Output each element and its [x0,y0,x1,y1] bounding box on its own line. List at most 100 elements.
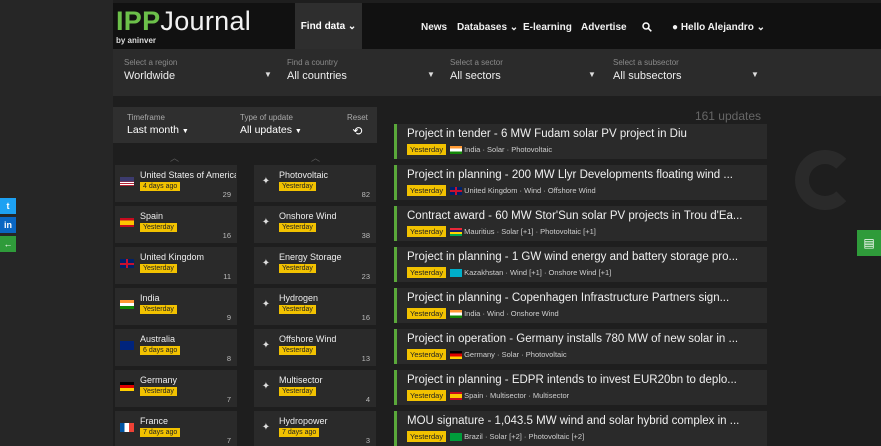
recency-badge: Yesterday [279,387,316,396]
update-count-value: 82 [361,190,370,199]
update-item[interactable]: Project in planning - 200 MW Llyr Develo… [394,165,767,200]
update-item[interactable]: Project in tender - 6 MW Fudam solar PV … [394,124,767,159]
subsector-value: All subsectors [613,70,682,82]
sector-card[interactable]: ✦ Hydrogen Yesterday 16 [254,288,376,325]
country-name: France [140,416,169,426]
update-country: India [464,145,481,154]
caret-down-icon: ▼ [427,70,435,79]
separator-dot: · [480,145,488,154]
update-tags: Wind [+1] · Onshore Wind [+1] [509,268,612,277]
update-item[interactable]: Project in operation - Germany installs … [394,329,767,364]
nav-advertise[interactable]: Advertise [581,22,627,33]
sector-card[interactable]: ✦ Hydropower 7 days ago 3 [254,411,376,446]
separator-dot: · [480,309,488,318]
subsector-select[interactable]: Select a subsector All subsectors ▼ [613,58,763,90]
country-name: India [140,293,160,303]
sector-card[interactable]: ✦ Offshore Wind Yesterday 13 [254,329,376,366]
recency-badge: Yesterday [279,346,316,355]
flag-icon-au [120,341,134,350]
reset-label: Reset [347,113,368,122]
solar-panel-icon: ✦ [261,176,271,187]
recency-badge: 7 days ago [279,428,320,437]
sector-name: Onshore Wind [279,211,337,221]
chevron-up-icon[interactable]: ︿ [170,151,179,164]
update-item[interactable]: Project in planning - 1 GW wind energy a… [394,247,767,282]
hydropower-icon: ✦ [261,422,271,433]
update-count-value: 16 [361,313,370,322]
update-tags: Solar [+1] · Photovoltaic [+1] [501,227,596,236]
country-card[interactable]: Australia 6 days ago 8 [115,329,237,366]
sector-card[interactable]: ✦ Multisector Yesterday 4 [254,370,376,407]
find-data-label: Find data [300,20,346,32]
sector-label: Select a sector [450,58,503,67]
update-country: United Kingdom [464,186,518,195]
caret-down-icon: ▼ [264,70,272,79]
find-data-menu[interactable]: Find data ⌄ [295,3,362,49]
recency-badge: Yesterday [407,431,447,442]
update-item[interactable]: MOU signature - 1,043.5 MW wind and sola… [394,411,767,446]
update-meta: Yesterday Spain · Multisector · Multisect… [407,390,569,401]
nav-databases[interactable]: Databases ⌄ [457,22,518,33]
nav-elearning[interactable]: E-learning [523,22,572,33]
user-menu[interactable]: ● Hello Alejandro ⌄ [672,22,765,33]
sector-card[interactable]: ✦ Onshore Wind Yesterday 38 [254,206,376,243]
back-button[interactable]: ← [0,236,16,252]
update-count-value: 4 [365,395,370,404]
country-card[interactable]: Spain Yesterday 16 [115,206,237,243]
update-tags: Wind · Offshore Wind [524,186,596,195]
update-item[interactable]: Contract award - 60 MW Stor'Sun solar PV… [394,206,767,241]
sector-select[interactable]: Select a sector All sectors ▼ [450,58,600,90]
sector-name: Hydrogen [279,293,319,303]
recency-badge: Yesterday [140,387,177,396]
recency-badge: Yesterday [279,182,316,191]
country-card[interactable]: United States of America 4 days ago 29 [115,165,237,202]
wind-turbine-icon: ✦ [261,217,271,228]
region-select[interactable]: Select a region Worldwide ▼ [124,58,274,90]
update-country: Spain [464,391,484,400]
recency-badge: 4 days ago [140,182,181,191]
sector-card[interactable]: ✦ Energy Storage Yesterday 23 [254,247,376,284]
recency-badge: Yesterday [407,308,447,319]
chat-button[interactable]: ▤ [857,230,881,256]
flag-icon-kz [450,268,463,277]
country-card[interactable]: Germany Yesterday 7 [115,370,237,407]
caret-down-icon: ▼ [294,128,302,135]
update-count-value: 16 [222,231,231,240]
update-item[interactable]: Project in planning - Copenhagen Infrast… [394,288,767,323]
country-card[interactable]: United Kingdom Yesterday 11 [115,247,237,284]
country-select[interactable]: Find a country All countries ▼ [287,58,437,90]
left-background [0,0,113,446]
update-tags: Multisector · Multisector [489,391,570,400]
update-title: Project in tender - 6 MW Fudam solar PV … [407,128,687,140]
recency-badge: Yesterday [140,305,177,314]
update-count: 161 updates [694,109,761,123]
recency-badge: Yesterday [407,226,447,237]
separator-dot: · [517,186,525,195]
update-count-value: 9 [226,313,231,322]
timeframe-select[interactable]: Timeframe Last month ▼ [127,113,189,136]
update-count-value: 8 [226,354,231,363]
linkedin-share-button[interactable]: in [0,217,16,233]
linkedin-icon: in [4,220,12,230]
search-icon[interactable] [642,22,652,35]
recency-badge: Yesterday [407,349,447,360]
update-meta: Yesterday United Kingdom · Wind · Offshor… [407,185,596,196]
nav-news[interactable]: News [421,22,447,33]
sector-value: All sectors [450,70,501,82]
sector-card[interactable]: ✦ Photovoltaic Yesterday 82 [254,165,376,202]
recency-badge: 7 days ago [140,428,181,437]
site-logo[interactable]: IPPJournal by aninver [116,8,251,46]
twitter-icon: t [6,201,10,211]
reset-button[interactable]: Reset ⟲ [347,113,368,138]
flag-icon-in [450,145,463,154]
update-count-value: 11 [223,272,231,281]
logo-byline: by aninver [116,36,157,45]
twitter-share-button[interactable]: t [0,198,16,214]
flag-icon-gb [450,186,463,195]
recency-badge: Yesterday [140,223,177,232]
country-card[interactable]: India Yesterday 9 [115,288,237,325]
update-type-select[interactable]: Type of update All updates ▼ [240,113,302,136]
country-card[interactable]: France 7 days ago 7 [115,411,237,446]
update-item[interactable]: Project in planning - EDPR intends to in… [394,370,767,405]
chevron-up-icon[interactable]: ︿ [311,151,320,164]
